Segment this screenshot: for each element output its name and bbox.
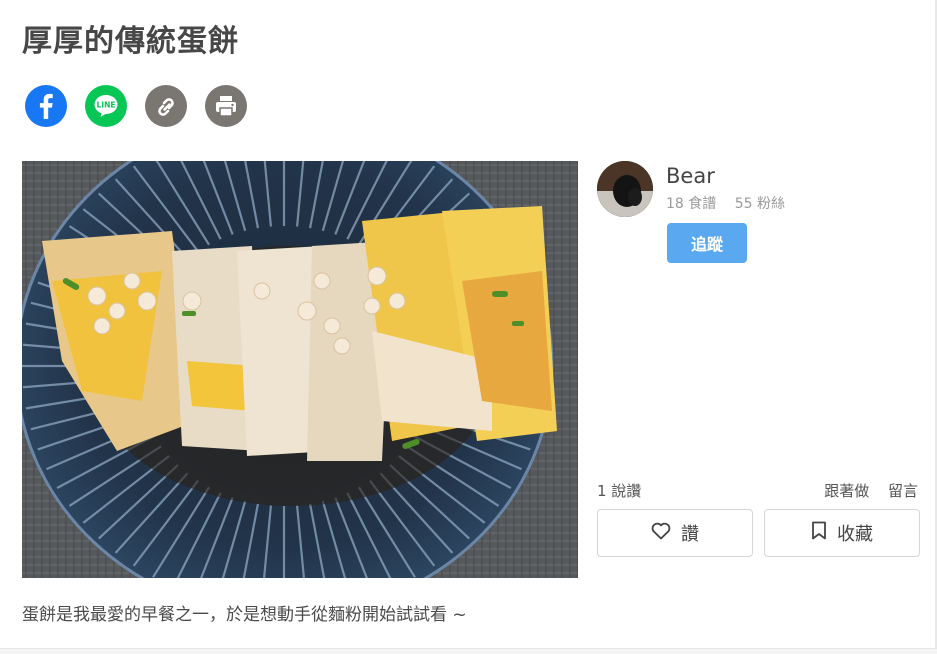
like-button[interactable]: 讚 <box>597 509 753 557</box>
author-recipes-count[interactable]: 18 食譜 <box>666 196 716 212</box>
avatar[interactable] <box>597 161 653 217</box>
bookmark-icon <box>811 521 827 545</box>
line-icon-label: LINE <box>97 101 116 110</box>
share-bar: LINE <box>25 85 247 127</box>
comment-link[interactable]: 留言 <box>888 482 918 500</box>
save-button-label: 收藏 <box>837 524 873 545</box>
save-button[interactable]: 收藏 <box>764 509 920 557</box>
copy-link-button[interactable] <box>145 85 187 127</box>
author-stats: 18 食譜 55 粉絲 <box>666 193 799 213</box>
recipe-description: 蛋餅是我最愛的早餐之一，於是想動手從麵粉開始試試看 ~ <box>22 605 467 625</box>
author-followers-count[interactable]: 55 粉絲 <box>735 196 785 212</box>
recipe-photo[interactable] <box>22 161 578 578</box>
likes-count[interactable]: 1 說讚 <box>597 480 641 501</box>
print-button[interactable] <box>205 85 247 127</box>
like-button-label: 讚 <box>681 524 699 545</box>
recipe-card: 厚厚的傳統蛋餅 LINE Bear 18 食譜 55 粉絲 追蹤 1 說讚 跟著… <box>0 0 937 649</box>
author-name[interactable]: Bear <box>666 164 715 188</box>
link-icon <box>145 85 187 127</box>
follow-button[interactable]: 追蹤 <box>667 223 747 263</box>
line-icon: LINE <box>85 85 127 127</box>
cook-along-link[interactable]: 跟著做 <box>824 482 869 500</box>
printer-icon <box>205 85 247 127</box>
page-title: 厚厚的傳統蛋餅 <box>22 24 239 59</box>
share-line-button[interactable]: LINE <box>85 85 127 127</box>
meta-links: 跟著做 留言 <box>810 480 918 501</box>
facebook-icon <box>25 85 67 127</box>
heart-icon <box>651 522 671 545</box>
share-facebook-button[interactable] <box>25 85 67 127</box>
